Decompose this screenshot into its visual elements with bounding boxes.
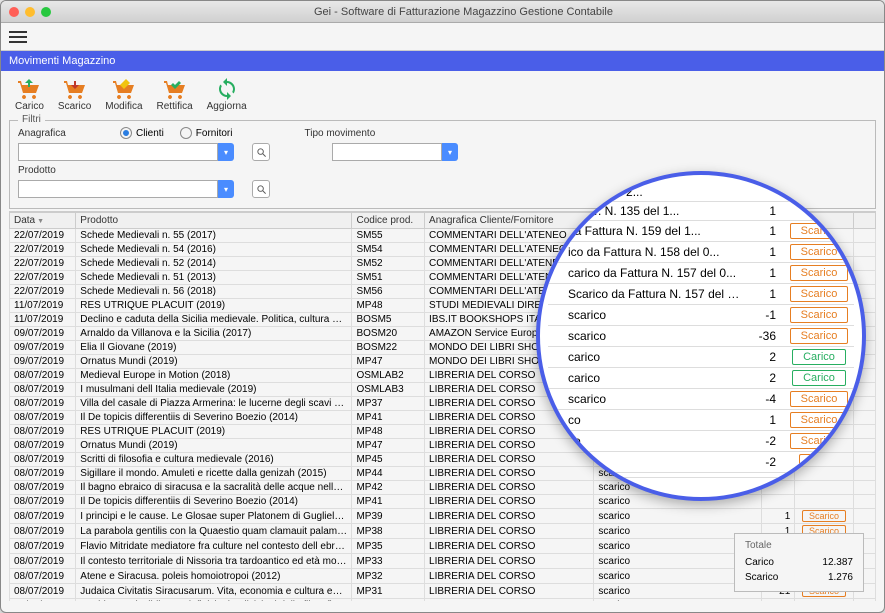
col-codice[interactable]: Codice prod. <box>352 213 425 229</box>
window-controls <box>9 7 51 17</box>
tipo-movimento-label: Tipo movimento <box>304 128 375 139</box>
anagrafica-combo[interactable] <box>18 143 218 161</box>
table-row[interactable]: 08/07/2019I principi e le cause. Le Glos… <box>10 509 876 524</box>
table-row[interactable]: 08/07/2019Il De topicis differentiis di … <box>10 495 876 509</box>
menu-icon[interactable] <box>9 31 27 43</box>
window-title: Gei - Software di Fatturazione Magazzino… <box>51 6 876 18</box>
lens-row: Scarico da Fattura N. 157 del 0...1Scari… <box>548 284 854 305</box>
lens-row: co1Scarico <box>548 410 854 431</box>
totals-label: Totale <box>745 540 853 551</box>
anagrafica-label: Anagrafica <box>18 128 108 139</box>
prodotto-combo[interactable] <box>18 180 218 198</box>
lens-row: scarico-36Scarico <box>548 326 854 347</box>
scarico-button[interactable]: Scarico <box>52 75 97 114</box>
col-prodotto[interactable]: Prodotto <box>76 213 352 229</box>
lens-row: ico da Fattura N. 158 del 0...1Scarico <box>548 242 854 263</box>
section-header: Movimenti Magazzino <box>1 51 884 71</box>
chevron-down-icon[interactable]: ▾ <box>442 143 458 161</box>
close-icon[interactable] <box>9 7 19 17</box>
tipo-movimento-combo[interactable] <box>332 143 442 161</box>
table-row[interactable]: 08/07/2019Davide L Invincibile. Le defin… <box>10 599 876 602</box>
modifica-button[interactable]: Modifica <box>99 75 148 114</box>
search-prodotto-button[interactable] <box>252 180 270 198</box>
lens-row: scarico-1Scarico <box>548 305 854 326</box>
totals-carico-label: Carico <box>745 557 774 568</box>
lens-row: carico2Carico <box>548 368 854 389</box>
chevron-down-icon[interactable]: ▾ <box>218 143 234 161</box>
lens-row: carico2Carico <box>548 347 854 368</box>
radio-fornitori[interactable]: Fornitori <box>180 127 233 139</box>
lens-row: scarico-4Scarico <box>548 389 854 410</box>
aggiorna-button[interactable]: Aggiorna <box>201 75 253 114</box>
totals-scarico-value: 1.276 <box>828 572 853 583</box>
maximize-icon[interactable] <box>41 7 51 17</box>
chevron-down-icon[interactable]: ▾ <box>218 180 234 198</box>
titlebar: Gei - Software di Fatturazione Magazzino… <box>1 1 884 23</box>
app-window: Gei - Software di Fatturazione Magazzino… <box>0 0 885 613</box>
prodotto-label: Prodotto <box>18 165 56 176</box>
magnifier-lens: N. 136 del 2...D.D.T. N. 135 del 1...1da… <box>536 171 866 501</box>
totals-carico-value: 12.387 <box>822 557 853 568</box>
lens-row: da Fattura N. 159 del 1...1Scarico <box>548 221 854 242</box>
filters-legend: Filtri <box>18 114 45 125</box>
lens-row: carico da Fattura N. 157 del 0...1Scaric… <box>548 263 854 284</box>
rettifica-button[interactable]: Rettifica <box>151 75 199 114</box>
col-check[interactable] <box>853 213 875 229</box>
carico-button[interactable]: Carico <box>9 75 50 114</box>
totals-panel: Totale Carico 12.387 Scarico 1.276 <box>734 533 864 592</box>
toolbar: Carico Scarico Modifica Rettifica Aggior… <box>1 71 884 118</box>
minimize-icon[interactable] <box>25 7 35 17</box>
col-anagrafica[interactable]: Anagrafica Cliente/Fornitore <box>425 213 594 229</box>
col-data[interactable]: Data <box>10 213 76 229</box>
totals-scarico-label: Scarico <box>745 572 778 583</box>
lens-row: co-2Scarico <box>548 431 854 452</box>
menubar <box>1 23 884 51</box>
search-anagrafica-button[interactable] <box>252 143 270 161</box>
radio-clienti[interactable]: Clienti <box>120 127 164 139</box>
